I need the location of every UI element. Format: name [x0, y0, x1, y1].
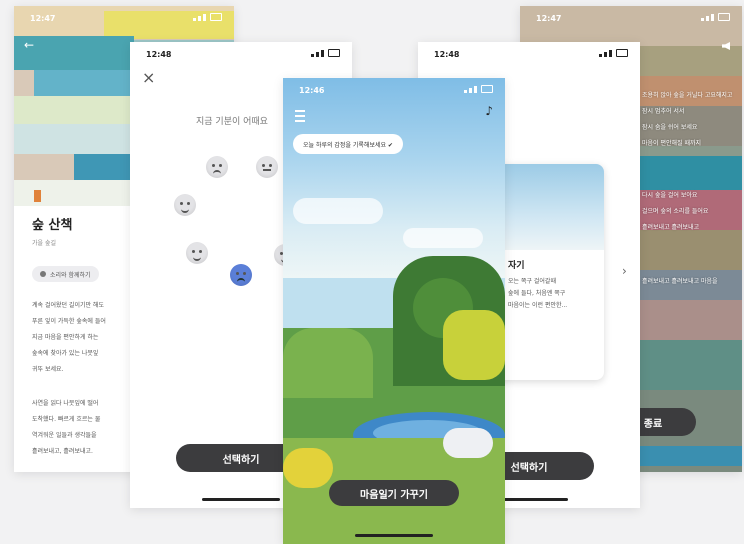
status-time: 12:47: [536, 14, 562, 23]
sound-chip[interactable]: 소리와 함께하기: [32, 266, 99, 282]
chevron-right-icon[interactable]: ›: [622, 264, 627, 278]
sound-icon: [40, 271, 46, 277]
bookmark-marker-icon: [34, 190, 41, 202]
music-note-icon[interactable]: ♪: [485, 104, 493, 118]
battery-icon: [481, 85, 493, 93]
back-arrow-icon[interactable]: ←: [24, 38, 34, 52]
body-line: 사연을 읽다 나뭇잎에 떨어: [32, 400, 99, 407]
body-line: 귀뚜 보세요.: [32, 366, 64, 373]
home-indicator: [202, 498, 280, 501]
battery-icon: [718, 13, 730, 21]
mood-face-selected[interactable]: [230, 264, 252, 286]
status-time: 12:46: [299, 86, 325, 95]
mood-prompt: 지금 기분이 어때요: [196, 117, 268, 127]
story-line: 조용히 앉아 숲을 거닐다 고요해지고: [642, 92, 733, 99]
body-line: 지금 마음을 편안하게 하는: [32, 334, 99, 341]
story-line: 잠시 멈추어 서서: [642, 108, 685, 115]
story-line: 흘려보내고 흘려보내고 마음을: [642, 278, 718, 285]
home-indicator: [355, 534, 433, 537]
close-icon[interactable]: ×: [142, 68, 155, 87]
body-line: 계속 걸어왔던 길이기만 해도: [32, 302, 104, 309]
story-line: 잠시 숨을 쉬어 보세요: [642, 124, 698, 131]
body-line: 숲속에 찾아가 있는 나뭇잎: [32, 350, 99, 357]
walk-subtitle: 가을 숲길: [32, 240, 56, 247]
signal-icon: [311, 49, 340, 57]
battery-icon: [616, 49, 628, 57]
card-line: 오는 쪽구 걸어갈때: [508, 278, 556, 285]
card-title: 자기: [508, 261, 525, 271]
mood-face-calm[interactable]: [186, 242, 208, 264]
battery-icon: [328, 49, 340, 57]
mood-face-neutral[interactable]: [256, 156, 278, 178]
story-line: 흘려보내고 흘려보내고: [642, 224, 700, 231]
status-time: 12:47: [30, 14, 56, 23]
body-line: 흘려보내고, 흘려보내고.: [32, 448, 93, 455]
signal-icon: [701, 13, 730, 21]
mood-face-sad[interactable]: [206, 156, 228, 178]
mood-face-happy[interactable]: [174, 194, 196, 216]
home-screen: 12:46 ♪ 오늘 하루의 감정을 기록해보세요 ✔ 마음일기 가꾸기: [283, 78, 505, 544]
status-time: 12:48: [146, 50, 172, 59]
chip-label: 소리와 함께하기: [50, 271, 91, 279]
signal-icon: [599, 49, 628, 57]
signal-icon: [464, 85, 493, 93]
signal-icon: [193, 13, 222, 21]
story-line: 마음이 편안해질 때까지: [642, 140, 702, 147]
status-time: 12:48: [434, 50, 460, 59]
card-line: 숲에 들다, 처음엔 쪽구: [508, 290, 566, 297]
body-line: 도착했다. 빠르게 흐르는 물: [32, 416, 101, 423]
walk-title: 숲 산책: [32, 218, 73, 233]
story-line: 다시 숲을 걸어 보아요: [642, 192, 698, 199]
body-line: 푸른 잎이 가득한 숲속에 들어: [32, 318, 106, 325]
diary-cta-button[interactable]: 마음일기 가꾸기: [329, 480, 459, 506]
mood-banner[interactable]: 오늘 하루의 감정을 기록해보세요 ✔: [293, 134, 403, 154]
card-line: 마음이는 이런 편안한...: [508, 302, 568, 309]
menu-icon[interactable]: [295, 110, 305, 122]
body-line: 역겨워운 일들과 생각들을: [32, 432, 97, 439]
battery-icon: [210, 13, 222, 21]
story-line: 걸으며 숲의 소리를 들어요: [642, 208, 709, 215]
